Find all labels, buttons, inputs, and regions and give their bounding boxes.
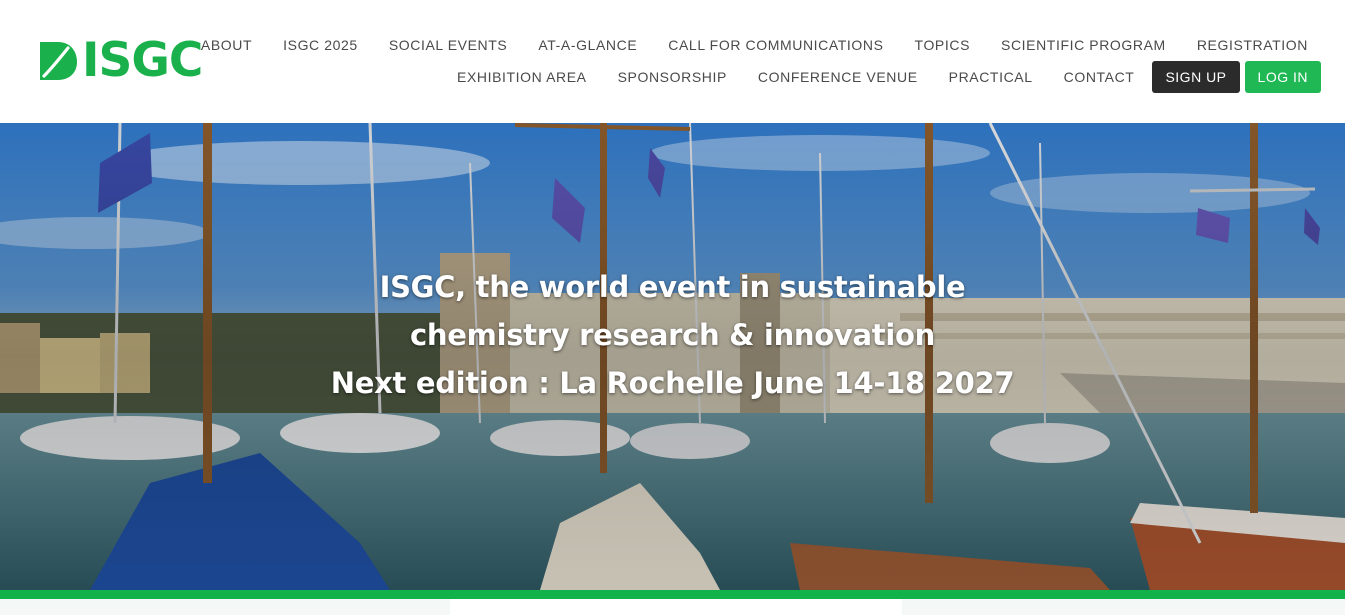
- logo-wordmark: ISGC: [82, 33, 203, 88]
- hero-line-1: ISGC, the world event in sustainable: [379, 270, 966, 304]
- nav-registration[interactable]: REGISTRATION: [1197, 37, 1308, 53]
- nav-about[interactable]: ABOUT: [201, 37, 252, 53]
- nav-scientific-program[interactable]: SCIENTIFIC PROGRAM: [1001, 37, 1166, 53]
- site-logo[interactable]: ISGC: [38, 33, 203, 88]
- nav-call-for-communications[interactable]: CALL FOR COMMUNICATIONS: [668, 37, 883, 53]
- nav-isgc-2025[interactable]: ISGC 2025: [283, 37, 358, 53]
- sign-up-button[interactable]: SIGN UP: [1152, 61, 1240, 93]
- hero-headline: ISGC, the world event in sustainable che…: [0, 263, 1345, 407]
- content-area-top: [0, 599, 1345, 615]
- content-card: [450, 599, 902, 615]
- nav-topics[interactable]: TOPICS: [915, 37, 970, 53]
- accent-bar: [0, 590, 1345, 599]
- nav-at-a-glance[interactable]: AT-A-GLANCE: [538, 37, 637, 53]
- hero-line-2: chemistry research & innovation: [410, 318, 935, 352]
- hero-line-3: Next edition : La Rochelle June 14-18 20…: [330, 366, 1015, 400]
- main-nav-primary: ABOUT ISGC 2025 SOCIAL EVENTS AT-A-GLANC…: [201, 35, 1308, 55]
- log-in-button[interactable]: LOG IN: [1244, 61, 1321, 93]
- site-header: ISGC ABOUT ISGC 2025 SOCIAL EVENTS AT-A-…: [0, 0, 1345, 123]
- hero-banner: ISGC, the world event in sustainable che…: [0, 123, 1345, 590]
- nav-practical[interactable]: PRACTICAL: [949, 69, 1033, 85]
- nav-contact[interactable]: CONTACT: [1064, 69, 1135, 85]
- nav-sponsorship[interactable]: SPONSORSHIP: [618, 69, 727, 85]
- leaf-icon: [40, 42, 77, 80]
- nav-social-events[interactable]: SOCIAL EVENTS: [389, 37, 508, 53]
- main-nav-secondary: EXHIBITION AREA SPONSORSHIP CONFERENCE V…: [457, 61, 1321, 93]
- nav-exhibition-area[interactable]: EXHIBITION AREA: [457, 69, 587, 85]
- nav-conference-venue[interactable]: CONFERENCE VENUE: [758, 69, 918, 85]
